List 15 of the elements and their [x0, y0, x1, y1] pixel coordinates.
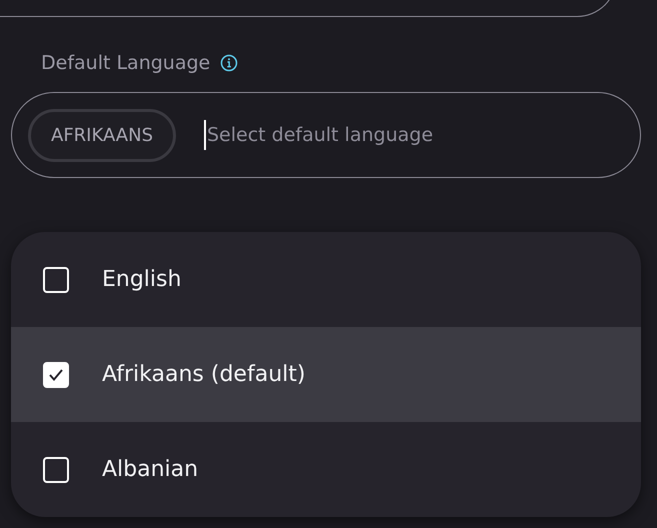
option-label: Albanian — [102, 457, 198, 482]
checkbox[interactable] — [43, 362, 69, 388]
option-label: English — [102, 267, 182, 292]
menu-option[interactable]: English — [11, 232, 641, 327]
field-label: Default Language — [41, 52, 210, 74]
menu-option[interactable]: Afrikaans (default) — [11, 327, 641, 422]
check-icon — [48, 368, 64, 382]
menu-option[interactable]: Albanian — [11, 422, 641, 517]
language-field[interactable]: AFRIKAANS Select default language — [11, 92, 641, 178]
checkbox[interactable] — [43, 266, 69, 292]
language-chip[interactable]: AFRIKAANS — [28, 108, 176, 162]
info-icon[interactable] — [220, 54, 238, 72]
option-label: Afrikaans (default) — [102, 362, 306, 387]
language-input[interactable]: Select default language — [204, 120, 640, 150]
checkbox[interactable] — [43, 456, 69, 482]
